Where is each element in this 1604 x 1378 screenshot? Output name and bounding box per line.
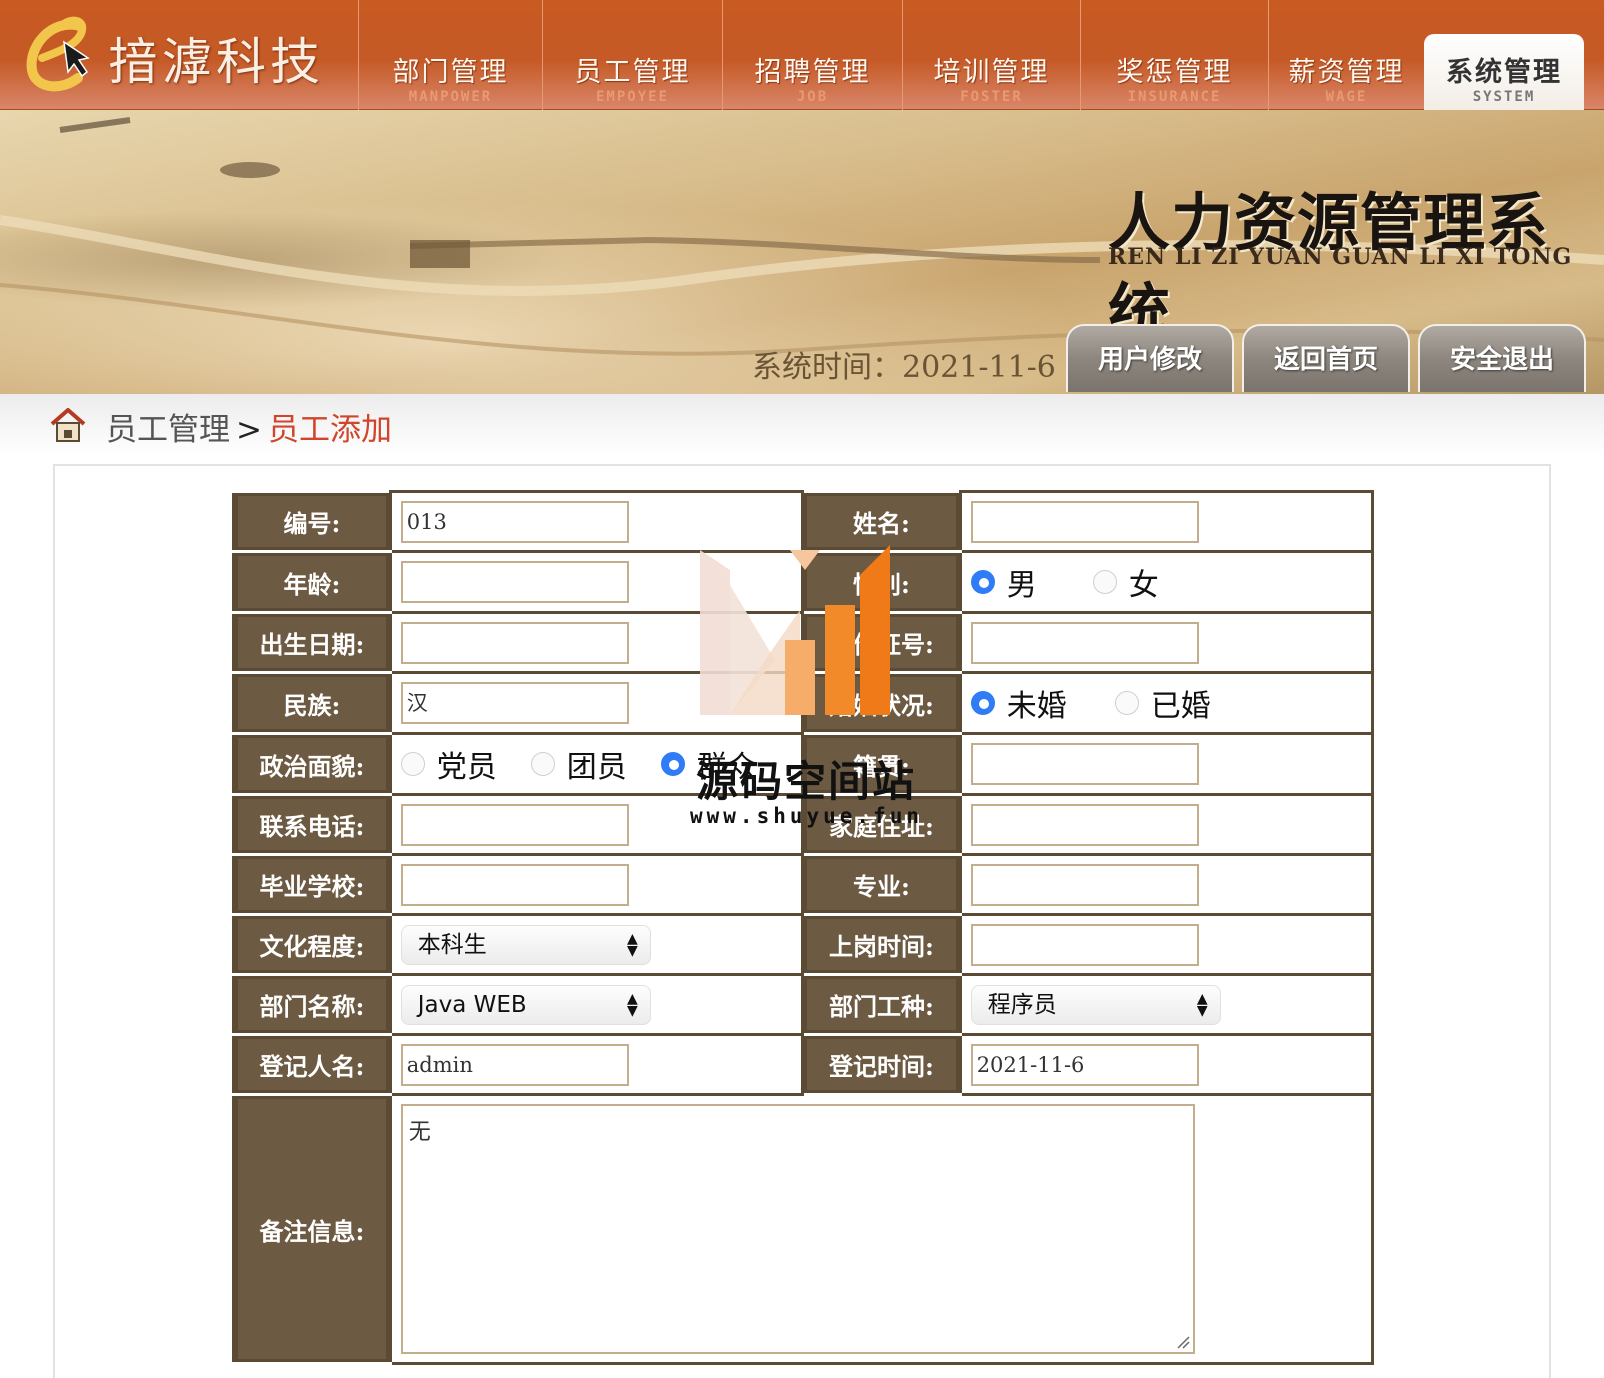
major-label: 专业:: [801, 853, 962, 916]
breadcrumb-separator: >: [236, 412, 262, 448]
gender-radio-group: 男 女: [970, 553, 1371, 611]
system-time-label: 系统时间：: [752, 350, 902, 385]
nav-manpower[interactable]: 部门管理 MANPOWER: [358, 0, 542, 110]
id-card-input[interactable]: [970, 621, 1199, 664]
breadcrumb-bar: 员工管理 > 员工添加: [0, 394, 1604, 456]
political-party-radio[interactable]: [400, 752, 425, 776]
register-time-label: 登记时间:: [801, 1033, 962, 1096]
department-selected-value: Java WEB: [417, 991, 527, 1018]
marital-single-radio[interactable]: [970, 691, 995, 715]
name-input[interactable]: [970, 500, 1199, 543]
main-nav: 部门管理 MANPOWER 员工管理 EMPOYEE 招聘管理 JOB 培训管理…: [358, 0, 1584, 110]
nav-system[interactable]: 系统管理 SYSTEM: [1424, 34, 1584, 110]
gender-female-label: 女: [1128, 568, 1159, 603]
school-input[interactable]: [400, 863, 629, 906]
watermark-text: 源码空间站: [696, 757, 917, 806]
registrar-label: 登记人名:: [232, 1033, 392, 1096]
gender-male-radio[interactable]: [970, 570, 995, 594]
job-type-select[interactable]: 程序员 ▲ ▼: [970, 984, 1221, 1025]
marital-option-married[interactable]: 已婚: [1114, 681, 1211, 725]
age-input[interactable]: [400, 561, 629, 603]
watermark-url: www.shuyue.fun: [690, 804, 924, 828]
system-time-value: 2021-11-6: [902, 350, 1056, 385]
age-label: 年龄:: [232, 550, 392, 614]
banner: 人力资源管理系统 REN LI ZI YUAN GUAN LI XI TONG …: [0, 110, 1604, 394]
marital-married-radio[interactable]: [1114, 691, 1139, 715]
home-button[interactable]: 返回首页: [1242, 324, 1410, 392]
education-selected-value: 本科生: [417, 931, 487, 958]
system-title-pinyin: REN LI ZI YUAN GUAN LI XI TONG: [1108, 244, 1573, 270]
marital-single-label: 未婚: [1006, 689, 1067, 724]
nation-input[interactable]: 汉: [400, 682, 629, 724]
home-icon[interactable]: [50, 406, 86, 444]
education-select[interactable]: 本科生 ▲ ▼: [400, 924, 651, 965]
department-label: 部门名称:: [232, 973, 392, 1036]
birth-date-label: 出生日期:: [232, 611, 392, 674]
job-type-label: 部门工种:: [801, 973, 962, 1036]
register-time-input[interactable]: 2021-11-6: [970, 1043, 1199, 1086]
gender-female-radio[interactable]: [1092, 570, 1117, 594]
phone-label: 联系电话:: [232, 793, 392, 856]
marital-status-label: 婚姻状况:: [801, 671, 962, 735]
political-league-label: 团员: [566, 750, 627, 785]
updown-arrow-icon: ▲ ▼: [626, 930, 638, 959]
nation-label: 民族:: [232, 671, 392, 735]
id-label: 编号:: [232, 490, 392, 553]
remark-label: 备注信息:: [232, 1093, 392, 1365]
id-card-label: 身份证号:: [801, 611, 962, 674]
address-input[interactable]: [970, 803, 1199, 846]
id-input[interactable]: 013: [400, 500, 629, 543]
brand-logo[interactable]: 揞滹科技: [20, 8, 360, 103]
nav-wage[interactable]: 薪资管理 WAGE: [1268, 0, 1424, 110]
registrar-input[interactable]: admin: [400, 1043, 629, 1086]
political-league-radio[interactable]: [530, 752, 555, 776]
top-navigation-bar: 揞滹科技 部门管理 MANPOWER 员工管理 EMPOYEE 招聘管理 JOB…: [0, 0, 1604, 110]
updown-arrow-icon: ▲ ▼: [626, 990, 638, 1019]
political-option-league[interactable]: 团员: [530, 742, 627, 786]
nav-foster[interactable]: 培训管理 FOSTER: [902, 0, 1080, 110]
school-label: 毕业学校:: [232, 853, 392, 916]
job-type-selected-value: 程序员: [987, 991, 1057, 1018]
phone-input[interactable]: [400, 803, 629, 846]
system-time: 系统时间：2021-11-6: [752, 342, 1056, 386]
political-party-label: 党员: [436, 750, 497, 785]
nav-job[interactable]: 招聘管理 JOB: [722, 0, 902, 110]
edit-user-button[interactable]: 用户修改: [1066, 324, 1234, 392]
marital-radio-group: 未婚 已婚: [970, 674, 1371, 732]
political-option-party[interactable]: 党员: [400, 742, 497, 786]
major-input[interactable]: [970, 863, 1199, 906]
political-masses-radio[interactable]: [660, 752, 685, 776]
gender-option-male[interactable]: 男: [970, 560, 1037, 604]
resize-grip-icon[interactable]: [1176, 1335, 1190, 1349]
name-label: 姓名:: [801, 490, 962, 553]
education-label: 文化程度:: [232, 913, 392, 976]
gender-option-female[interactable]: 女: [1092, 560, 1159, 604]
brand-name: 揞滹科技: [108, 33, 324, 91]
logo-e-icon: [26, 16, 90, 92]
breadcrumb-current: 员工添加: [267, 412, 392, 448]
nav-employee[interactable]: 员工管理 EMPOYEE: [542, 0, 722, 110]
department-select[interactable]: Java WEB ▲ ▼: [400, 984, 651, 1025]
logout-button[interactable]: 安全退出: [1418, 324, 1586, 392]
remark-text: 无: [408, 1120, 431, 1145]
nav-insurance[interactable]: 奖惩管理 INSURANCE: [1080, 0, 1268, 110]
political-status-label: 政治面貌:: [232, 732, 392, 796]
updown-arrow-icon: ▲ ▼: [1196, 990, 1208, 1019]
onboard-time-input[interactable]: [970, 923, 1199, 966]
remark-textarea[interactable]: 无: [400, 1104, 1195, 1354]
native-place-input[interactable]: [970, 743, 1199, 785]
birth-date-input[interactable]: [400, 621, 629, 664]
breadcrumb-parent[interactable]: 员工管理: [106, 412, 230, 448]
onboard-time-label: 上岗时间:: [801, 913, 962, 976]
marital-married-label: 已婚: [1150, 689, 1211, 724]
gender-male-label: 男: [1006, 568, 1037, 603]
employee-add-form: 编号: 013 姓名: 年龄: 性别: 男 女 出生日期: 身份证号: 民族: …: [232, 490, 1375, 1365]
marital-option-single[interactable]: 未婚: [970, 681, 1067, 725]
gender-label: 性别:: [801, 550, 962, 614]
breadcrumb: 员工管理 > 员工添加: [106, 404, 392, 449]
